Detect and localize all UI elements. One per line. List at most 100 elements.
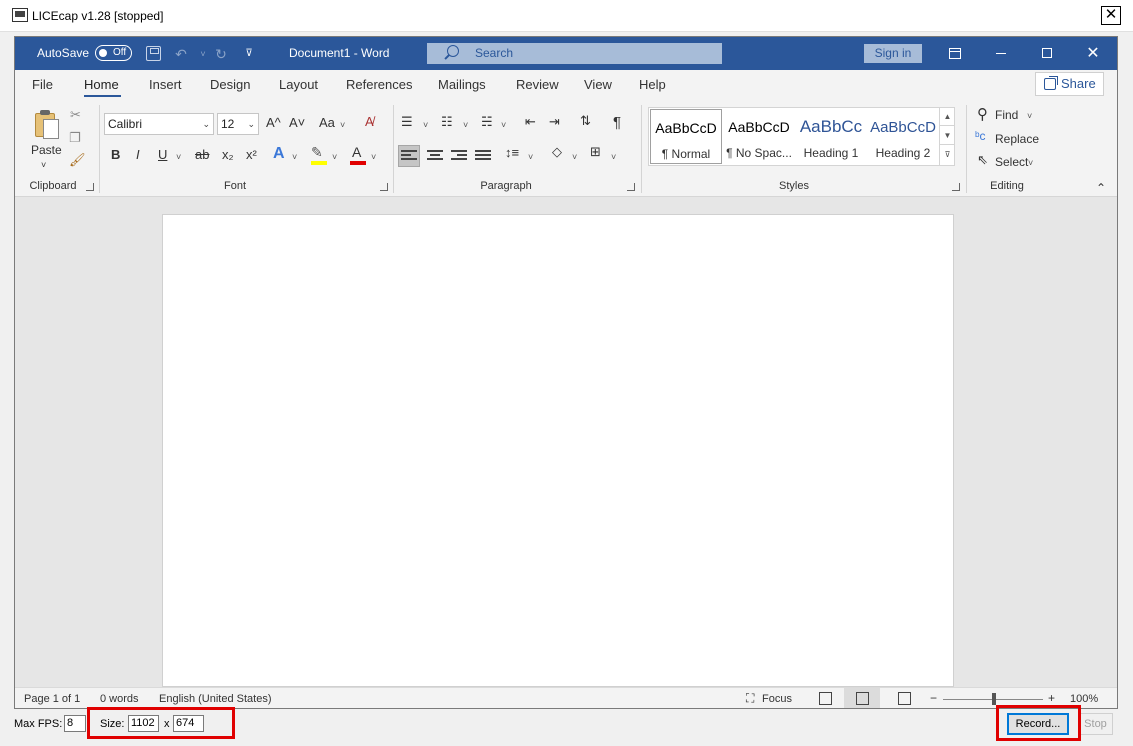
word-count[interactable]: 0 words — [100, 693, 139, 705]
italic-button[interactable]: I — [136, 147, 140, 163]
font-name-combo[interactable]: Calibri ⌄ — [104, 113, 214, 135]
text-effects-icon[interactable]: A — [273, 145, 285, 163]
minimize-button[interactable] — [978, 37, 1024, 70]
bold-button[interactable]: B — [111, 147, 120, 163]
sign-in-button[interactable]: Sign in — [864, 44, 922, 63]
cut-icon[interactable]: ✂ — [70, 107, 81, 123]
borders-icon[interactable]: ⊞ — [590, 144, 601, 160]
style-heading-2[interactable]: AaBbCcD Heading 2 — [867, 109, 939, 164]
align-left-button[interactable] — [398, 145, 420, 167]
paragraph-launcher-icon[interactable] — [627, 183, 635, 191]
font-color-icon[interactable]: A — [352, 144, 361, 160]
tab-insert[interactable]: Insert — [149, 77, 182, 92]
tab-view[interactable]: View — [584, 77, 612, 92]
highlight-dropdown-icon[interactable]: ˅ — [332, 149, 337, 165]
paste-icon[interactable] — [33, 109, 61, 139]
tab-home[interactable]: Home — [84, 77, 119, 92]
multilevel-dropdown-icon[interactable]: ˅ — [501, 117, 506, 133]
font-size-combo[interactable]: 12 ⌄ — [217, 113, 259, 135]
ribbon-display-options-button[interactable] — [932, 37, 978, 70]
focus-button[interactable]: Focus — [762, 693, 792, 705]
select-button[interactable]: Select — [995, 154, 1028, 170]
strikethrough-button[interactable]: ab — [195, 147, 209, 163]
show-formatting-marks-button[interactable]: ¶ — [613, 115, 621, 131]
redo-icon[interactable]: ↻ — [213, 46, 229, 62]
web-layout-icon[interactable] — [898, 692, 911, 705]
tab-layout[interactable]: Layout — [279, 77, 318, 92]
font-launcher-icon[interactable] — [380, 183, 388, 191]
shading-icon[interactable]: ◇ — [552, 144, 562, 160]
align-center-icon[interactable] — [427, 150, 443, 164]
align-right-icon[interactable] — [451, 150, 467, 164]
maximize-button[interactable] — [1024, 37, 1070, 70]
clipboard-launcher-icon[interactable] — [86, 183, 94, 191]
word-close-button[interactable]: ✕ — [1070, 37, 1116, 70]
share-button[interactable]: Share — [1035, 72, 1104, 96]
increase-indent-icon[interactable]: ⇥ — [549, 114, 560, 130]
line-spacing-dropdown-icon[interactable]: ˅ — [528, 149, 533, 165]
change-case-button[interactable]: Aa — [319, 115, 335, 131]
subscript-button[interactable]: x₂ — [222, 147, 234, 163]
document-page[interactable] — [162, 214, 954, 687]
licecap-close-button[interactable]: ✕ — [1101, 6, 1121, 25]
undo-dropdown-icon[interactable]: ˅ — [195, 46, 211, 62]
sort-icon[interactable]: ⇅ — [580, 113, 591, 129]
line-spacing-icon[interactable]: ↕≡ — [505, 145, 519, 160]
zoom-out-button[interactable]: − — [930, 691, 937, 705]
style-heading-1[interactable]: AaBbCc Heading 1 — [795, 109, 867, 164]
underline-dropdown-icon[interactable]: ˅ — [176, 149, 181, 165]
select-dropdown-icon[interactable]: ˅ — [1028, 155, 1033, 171]
numbering-dropdown-icon[interactable]: ˅ — [463, 117, 468, 133]
grow-font-button[interactable]: A^ — [266, 115, 281, 131]
styles-launcher-icon[interactable] — [952, 183, 960, 191]
underline-button[interactable]: U — [158, 147, 167, 163]
highlight-icon[interactable]: ✎ — [311, 144, 323, 161]
undo-icon[interactable]: ↶ — [173, 46, 189, 62]
shading-dropdown-icon[interactable]: ˅ — [572, 149, 577, 165]
search-box[interactable]: Search — [427, 43, 722, 64]
max-fps-input[interactable]: 8 — [64, 715, 86, 732]
read-mode-icon[interactable] — [819, 692, 832, 705]
gallery-down-icon[interactable]: ▼ — [940, 126, 955, 145]
numbering-icon[interactable]: ☷ — [441, 114, 453, 130]
shrink-font-button[interactable]: A˅ — [289, 115, 305, 131]
find-button[interactable]: Find — [995, 107, 1018, 123]
bullets-icon[interactable]: ☰ — [401, 114, 413, 130]
tab-review[interactable]: Review — [516, 77, 559, 92]
text-effects-dropdown-icon[interactable]: ˅ — [292, 149, 297, 165]
multilevel-list-icon[interactable]: ☵ — [481, 114, 493, 130]
tab-file[interactable]: File — [32, 77, 53, 92]
paste-button-label[interactable]: Paste — [31, 142, 62, 158]
gallery-up-icon[interactable]: ▲ — [940, 107, 955, 126]
change-case-dropdown-icon[interactable]: ˅ — [340, 117, 345, 133]
collapse-ribbon-icon[interactable]: ⌃ — [1096, 180, 1106, 196]
replace-button[interactable]: Replace — [995, 131, 1039, 147]
tab-mailings[interactable]: Mailings — [438, 77, 486, 92]
superscript-button[interactable]: x² — [246, 147, 257, 163]
clear-formatting-icon[interactable]: A̸ — [365, 114, 374, 129]
gallery-more-icon[interactable]: ⊽ — [940, 145, 955, 164]
page-count[interactable]: Page 1 of 1 — [24, 693, 80, 705]
zoom-slider-thumb[interactable] — [992, 693, 996, 705]
tab-help[interactable]: Help — [639, 77, 666, 92]
find-dropdown-icon[interactable]: ˅ — [1027, 108, 1032, 124]
tab-design[interactable]: Design — [210, 77, 250, 92]
copy-icon[interactable]: ❐ — [69, 130, 81, 146]
stop-button[interactable]: Stop — [1078, 713, 1113, 735]
justify-icon[interactable] — [475, 150, 491, 164]
print-layout-button[interactable] — [844, 688, 880, 708]
paste-dropdown-icon[interactable]: ˅ — [41, 157, 46, 173]
borders-dropdown-icon[interactable]: ˅ — [611, 149, 616, 165]
style-no-spacing[interactable]: AaBbCcD ¶ No Spac... — [723, 109, 795, 164]
format-painter-icon[interactable]: 🖌 — [69, 152, 86, 168]
decrease-indent-icon[interactable]: ⇤ — [525, 114, 536, 130]
language-indicator[interactable]: English (United States) — [159, 693, 272, 705]
style-normal[interactable]: AaBbCcD ¶ Normal — [650, 109, 722, 164]
zoom-level[interactable]: 100% — [1070, 693, 1098, 705]
font-color-dropdown-icon[interactable]: ˅ — [371, 149, 376, 165]
zoom-in-button[interactable]: + — [1048, 691, 1055, 705]
save-icon[interactable] — [146, 46, 161, 61]
autosave-toggle[interactable]: Off — [95, 45, 132, 61]
tab-references[interactable]: References — [346, 77, 412, 92]
bullets-dropdown-icon[interactable]: ˅ — [423, 117, 428, 133]
